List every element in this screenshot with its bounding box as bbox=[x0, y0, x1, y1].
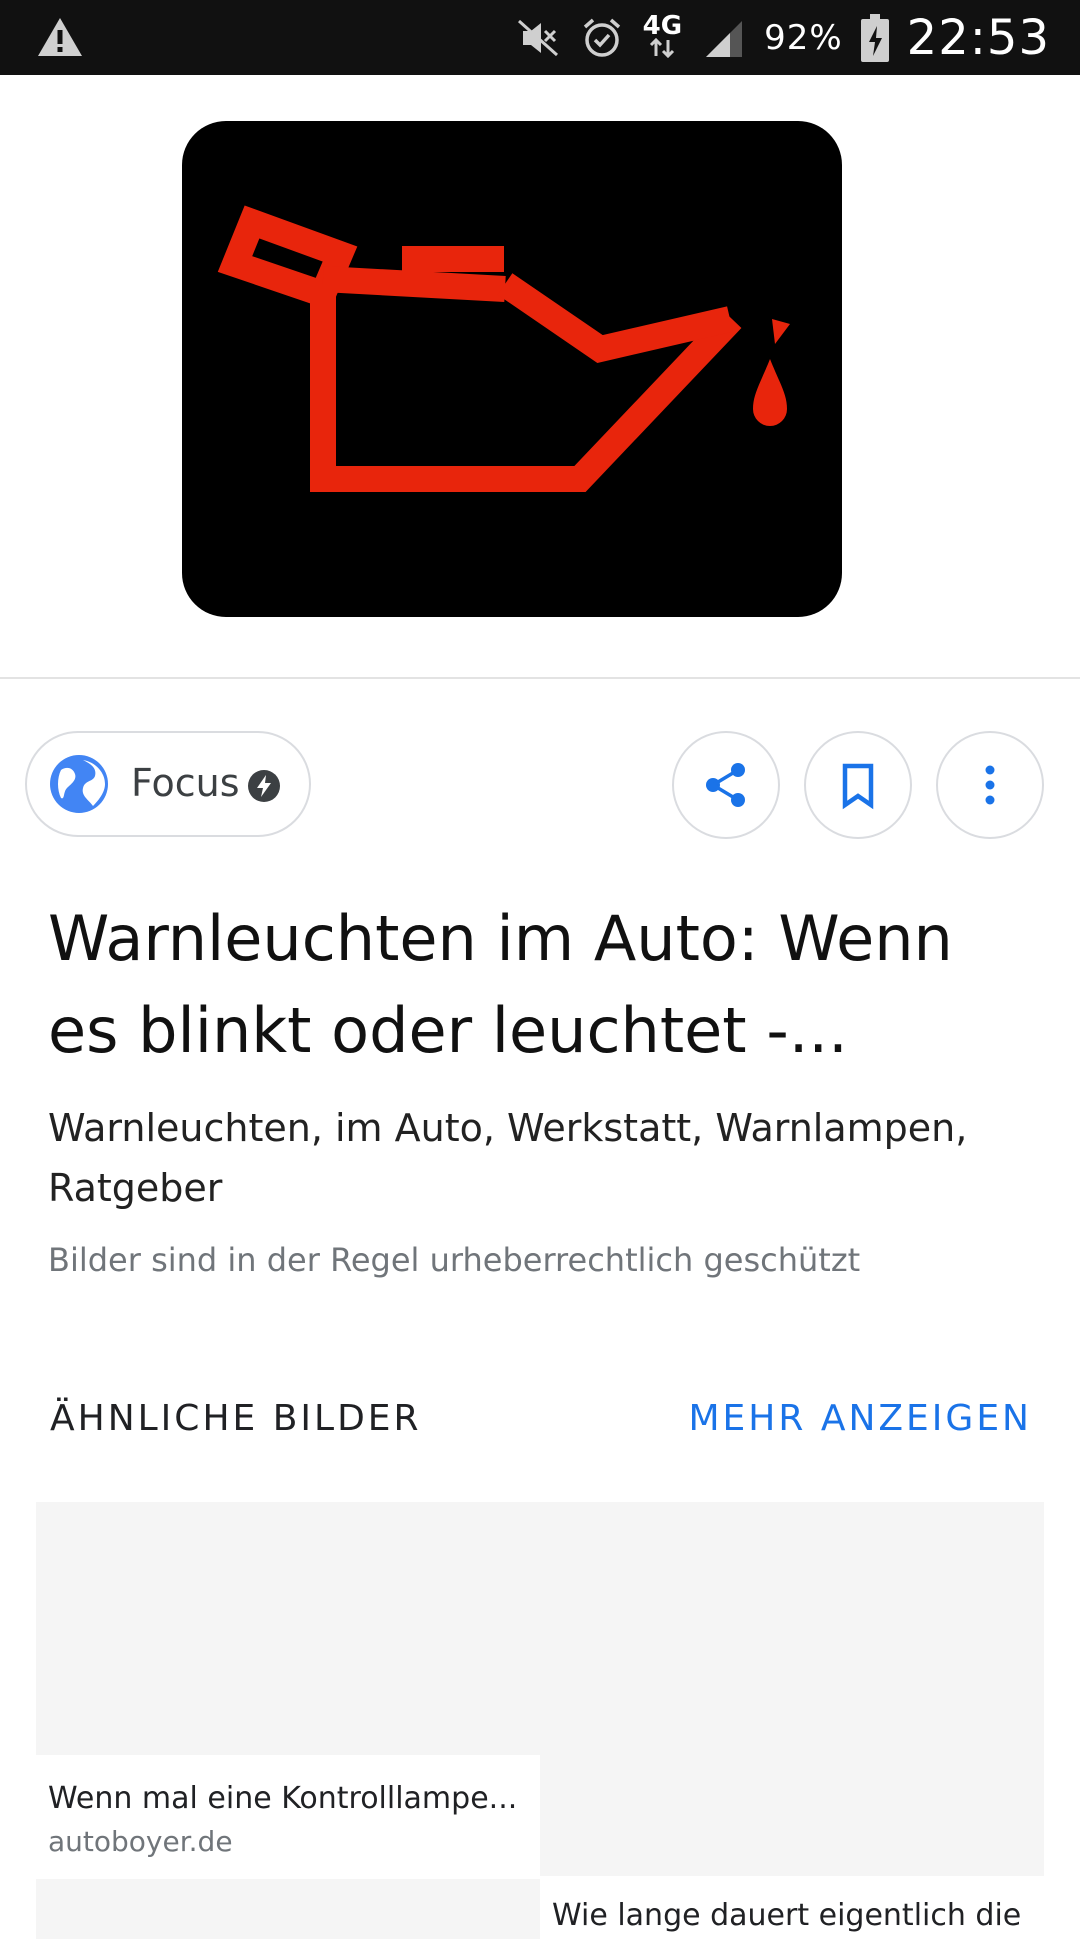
globe-icon bbox=[50, 755, 108, 813]
share-button[interactable] bbox=[672, 731, 780, 839]
battery-percent: 92% bbox=[764, 17, 843, 58]
share-icon bbox=[706, 763, 745, 807]
image-tags: Warnleuchten, im Auto, Werkstatt, Warnla… bbox=[48, 1098, 1008, 1218]
source-name: Focus bbox=[131, 761, 240, 805]
source-chip[interactable]: Focus bbox=[25, 731, 311, 837]
similar-image-thumbnail[interactable] bbox=[540, 1502, 1044, 1876]
clock: 22:53 bbox=[906, 9, 1050, 66]
similar-images-heading: ÄHNLICHE BILDER bbox=[50, 1398, 422, 1439]
bookmark-icon bbox=[842, 763, 874, 810]
alarm-icon bbox=[583, 18, 620, 57]
tags-line-2: Ratgeber bbox=[48, 1166, 223, 1210]
similar-image-thumbnail[interactable] bbox=[36, 1502, 540, 1755]
more-vert-icon bbox=[985, 765, 995, 805]
more-options-button[interactable] bbox=[936, 731, 1044, 839]
copyright-note: Bilder sind in der Regel urheberrechtlic… bbox=[48, 1241, 861, 1279]
data-arrows-icon bbox=[650, 37, 675, 58]
warning-icon bbox=[38, 18, 82, 56]
title-line-2: es blinkt oder leuchtet -... bbox=[48, 994, 848, 1067]
mute-icon bbox=[517, 19, 558, 56]
tags-line-1: Warnleuchten, im Auto, Werkstatt, Warnla… bbox=[48, 1106, 968, 1150]
show-more-link[interactable]: MEHR ANZEIGEN bbox=[689, 1398, 1033, 1439]
card-title[interactable]: Wie lange dauert eigentlich die bbox=[552, 1898, 1032, 1933]
status-icons: 4G 92% 22:53 bbox=[515, 0, 1050, 75]
amp-lightning-icon bbox=[248, 770, 280, 802]
battery-charging-icon bbox=[860, 13, 889, 62]
similar-image-thumbnail[interactable] bbox=[36, 1879, 540, 1939]
card-source: autoboyer.de bbox=[48, 1825, 233, 1858]
bookmark-button[interactable] bbox=[804, 731, 912, 839]
oil-pressure-warning-icon bbox=[182, 121, 842, 617]
status-bar: 4G 92% 22:53 bbox=[0, 0, 1080, 75]
signal-icon bbox=[706, 20, 743, 57]
title-line-1: Warnleuchten im Auto: Wenn bbox=[48, 902, 953, 975]
hero-image-area[interactable] bbox=[0, 75, 1080, 678]
network-type: 4G bbox=[643, 13, 682, 62]
card-title: Wenn mal eine Kontrolllampe... bbox=[48, 1781, 518, 1816]
divider bbox=[0, 677, 1080, 679]
page-title[interactable]: Warnleuchten im Auto: Wenn es blinkt ode… bbox=[48, 893, 1008, 1077]
similar-image-card[interactable]: Wenn mal eine Kontrolllampe... autoboyer… bbox=[36, 1755, 540, 1879]
